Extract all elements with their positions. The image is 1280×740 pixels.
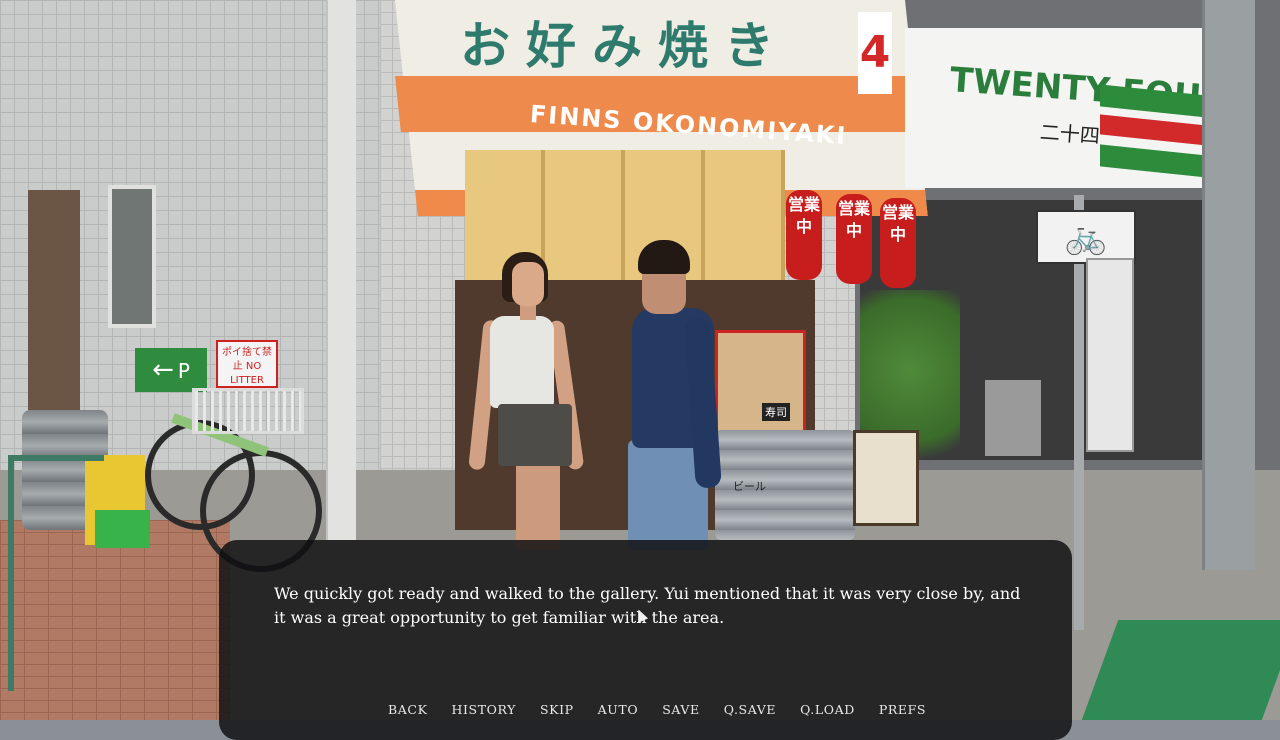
save-button[interactable]: SAVE — [662, 702, 700, 717]
keg-label: ビール — [733, 480, 766, 493]
history-button[interactable]: HISTORY — [452, 702, 516, 717]
yui-face — [512, 262, 544, 306]
building-door — [28, 190, 80, 410]
menu-board — [853, 430, 919, 526]
yui-tank-top — [490, 316, 554, 408]
beer-kegs: ビール — [715, 430, 855, 540]
red-lantern: 営業中 — [880, 198, 916, 288]
bicycle-sign-icon: 🚲 — [1036, 210, 1136, 264]
no-litter-sign: ポイ捨て禁止 NO LITTER — [216, 340, 278, 388]
yui-legs — [516, 460, 560, 550]
quick-menu: BACK HISTORY SKIP AUTO SAVE Q.SAVE Q.LOA… — [388, 702, 950, 717]
vending-machine — [1086, 258, 1134, 452]
green-lane — [1081, 620, 1280, 720]
dialogue-text: We quickly got ready and walked to the g… — [274, 584, 1021, 627]
red-lantern: 営業中 — [786, 190, 822, 280]
guard-railing — [8, 455, 104, 691]
drain-pipe — [326, 0, 356, 540]
sushi-label: 寿司 — [762, 403, 790, 421]
red-lantern: 営業中 — [836, 194, 872, 284]
yui-skirt — [498, 404, 572, 466]
store-number-sign: 4 — [858, 12, 892, 94]
back-button[interactable]: BACK — [388, 702, 428, 717]
parking-sign: ← P — [135, 348, 207, 392]
utility-pole — [1202, 0, 1255, 570]
sushi-poster: 寿司 — [715, 330, 806, 436]
trash-bin — [985, 380, 1041, 456]
parking-letter: P — [177, 359, 190, 383]
bicycle-basket — [192, 388, 304, 434]
auto-button[interactable]: AUTO — [598, 702, 639, 717]
building-window — [108, 185, 156, 328]
quick-load-button[interactable]: Q.LOAD — [800, 702, 855, 717]
convenience-store-kanji: 二十四 — [1039, 119, 1101, 149]
preferences-button[interactable]: PREFS — [879, 702, 926, 717]
skip-button[interactable]: SKIP — [540, 702, 574, 717]
awning-japanese-text: お好み焼き — [460, 17, 790, 75]
quick-save-button[interactable]: Q.SAVE — [724, 702, 776, 717]
